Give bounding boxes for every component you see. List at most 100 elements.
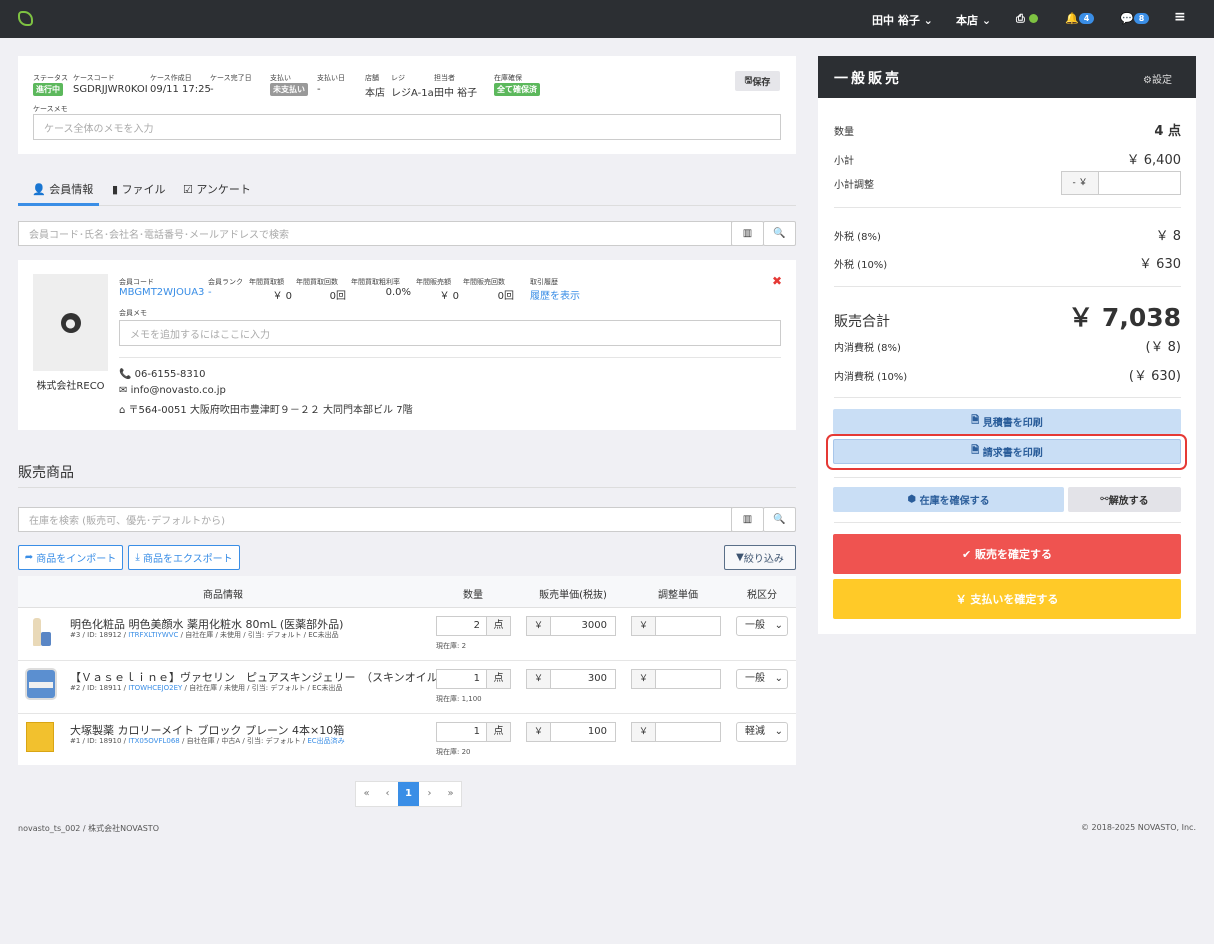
page-first[interactable]: « xyxy=(356,782,377,806)
filter-icon: ▼ xyxy=(736,552,744,563)
quantity-input[interactable]: 1点 xyxy=(436,669,511,689)
product-barcode-button[interactable]: ▥ xyxy=(731,507,764,532)
annual-sales-count-label: 年間販売回数 xyxy=(463,278,505,286)
payment-label: ￥ 支払いを確定する xyxy=(955,593,1059,606)
adjusted-value[interactable] xyxy=(656,670,720,688)
price-value[interactable]: 100 xyxy=(551,723,615,741)
export-button[interactable]: ⤓ 商品をエクスポート xyxy=(128,545,240,570)
stock-count: 現在庫: 20 xyxy=(436,748,471,756)
barcode-icon: ▥ xyxy=(742,514,753,525)
subtotal-adjust-input[interactable]: - ￥ xyxy=(1061,171,1181,195)
product-code-link[interactable]: ITX05OVFL068 xyxy=(128,737,180,745)
filter-button[interactable]: ▼ 絞り込み xyxy=(724,545,796,570)
created-label: ケース作成日 xyxy=(150,74,192,82)
tax-select[interactable]: 軽減 ⌄ xyxy=(736,722,788,742)
page-last[interactable]: » xyxy=(440,782,461,806)
unlink-icon: ⚯ xyxy=(1100,494,1109,505)
reserve-stock-button[interactable]: ⬢ 在庫を確保する xyxy=(833,487,1064,512)
product-code-link[interactable]: ITRFXLTIYWVC xyxy=(128,631,178,639)
hamburger-menu-icon[interactable]: ≡ xyxy=(1174,9,1186,25)
qty-value[interactable]: 1 xyxy=(437,670,486,688)
notifications[interactable]: 🔔 4 xyxy=(1065,12,1095,25)
divider xyxy=(834,207,1181,208)
price-input[interactable]: ￥ 100 xyxy=(526,722,616,742)
adjusted-value[interactable] xyxy=(656,617,720,635)
product-search-button[interactable]: 🔍 xyxy=(763,507,796,532)
page-1[interactable]: 1 xyxy=(398,782,419,806)
tax-value: 一般 xyxy=(745,673,765,684)
chevron-down-icon: ⌄ xyxy=(774,726,783,737)
pdf-icon: 🗎 xyxy=(971,445,980,456)
page-next[interactable]: › xyxy=(419,782,440,806)
adjusted-price-input[interactable]: ￥ xyxy=(631,616,721,636)
product-thumbnail xyxy=(30,616,52,648)
price-input[interactable]: ￥ 3000 xyxy=(526,616,616,636)
yen-icon: ￥ xyxy=(632,723,656,741)
confirm-payment-button[interactable]: ￥ 支払いを確定する xyxy=(833,579,1181,619)
in8-value: (￥ 8) xyxy=(1145,340,1181,355)
message-badge: 8 xyxy=(1133,13,1150,24)
price-value[interactable]: 300 xyxy=(551,670,615,688)
member-code-link[interactable]: MBGMT2WJOUA3 xyxy=(119,287,204,298)
tax-value: 軽減 xyxy=(745,726,765,737)
save-button[interactable]: 🖫 保存 xyxy=(735,71,780,91)
print-invoice-button[interactable]: 🗎 請求書を印刷 xyxy=(833,439,1181,464)
history-link[interactable]: 履歴を表示 xyxy=(530,287,580,302)
qty-value[interactable]: 2 xyxy=(437,617,486,635)
phone-icon: 📞 xyxy=(119,369,132,380)
adjusted-price-input[interactable]: ￥ xyxy=(631,722,721,742)
price-input[interactable]: ￥ 300 xyxy=(526,669,616,689)
import-button[interactable]: ➦ 商品をインポート xyxy=(18,545,123,570)
in10-value: (￥ 630) xyxy=(1128,369,1181,384)
store-menu[interactable]: 本店 ⌄ xyxy=(956,12,991,28)
case-memo-input[interactable]: ケース全体のメモを入力 xyxy=(33,114,781,140)
member-memo-input[interactable]: メモを追加するにはここに入力 xyxy=(119,320,781,346)
address: 〒564-0051 大阪府吹田市豊津町９－２２ 大同門本部ビル 7階 xyxy=(128,405,413,416)
envelope-icon: ✉ xyxy=(119,385,128,396)
tab-label: アンケート xyxy=(196,183,251,196)
product-code-link[interactable]: ITOWHCEJO2EY xyxy=(128,684,182,692)
ec-status-link[interactable]: EC出品済み xyxy=(307,737,344,745)
member-search-button[interactable]: 🔍 xyxy=(763,221,796,246)
messages[interactable]: 💬 8 xyxy=(1120,12,1150,25)
page-prev[interactable]: ‹ xyxy=(377,782,398,806)
shop: 本店 xyxy=(365,88,385,99)
tab-survey[interactable]: ☑ アンケート xyxy=(183,181,251,197)
user-menu[interactable]: 田中 裕子 ⌄ xyxy=(872,12,933,28)
done-date: - xyxy=(210,84,214,95)
product-thumbnail xyxy=(25,668,57,700)
tab-files[interactable]: ▮ ファイル xyxy=(112,181,166,197)
confirm-sale-button[interactable]: ✔ 販売を確定する xyxy=(833,534,1181,574)
member-search-input[interactable]: 会員コード･氏名･会社名･電話番号･メールアドレスで検索 xyxy=(18,221,732,246)
tab-member-info[interactable]: 👤 会員情報 xyxy=(32,181,93,197)
case-memo-label: ケースメモ xyxy=(33,105,68,113)
qty-unit: 点 xyxy=(486,723,510,741)
tax-select[interactable]: 一般 ⌄ xyxy=(736,669,788,689)
check-icon: ✔ xyxy=(961,547,972,561)
table-row: 明色化粧品 明色美顔水 薬用化粧水 80mL (医薬部外品) #3 / ID: … xyxy=(18,608,796,661)
in8-row: 内消費税 (8%) (￥ 8) xyxy=(834,336,1181,355)
tax10-label: 外税 (10%) xyxy=(834,260,888,271)
app-logo-icon[interactable] xyxy=(18,11,33,26)
price-value[interactable]: 3000 xyxy=(551,617,615,635)
printer-status[interactable]: ⎙ xyxy=(1016,12,1038,26)
qty-value[interactable]: 1 xyxy=(437,723,486,741)
release-button[interactable]: ⚯ 解放する xyxy=(1068,487,1181,512)
quantity-input[interactable]: 2点 xyxy=(436,616,511,636)
print-quote-button[interactable]: 🗎 見積書を印刷 xyxy=(833,409,1181,434)
total-label: 販売合計 xyxy=(834,314,890,330)
remove-member-icon[interactable]: ✖ xyxy=(772,274,782,288)
stock-label: 在庫確保 xyxy=(494,74,522,82)
address-row: ⌂ 〒564-0051 大阪府吹田市豊津町９－２２ 大同門本部ビル 7階 xyxy=(119,401,413,416)
barcode-button[interactable]: ▥ xyxy=(731,221,764,246)
adjusted-value[interactable] xyxy=(656,723,720,741)
meta-suffix: / 自社在庫 / 中古A / 引当: デフォルト / xyxy=(179,737,308,745)
settings-link[interactable]: ⚙設定 xyxy=(1143,71,1172,86)
tax-select[interactable]: 一般 ⌄ xyxy=(736,616,788,636)
active-tab-indicator xyxy=(18,203,99,206)
quantity-input[interactable]: 1点 xyxy=(436,722,511,742)
divider xyxy=(834,477,1181,478)
product-search-input[interactable]: 在庫を検索 (販売可、優先･デフォルトから) xyxy=(18,507,732,532)
payment-badge: 未支払い xyxy=(270,83,308,96)
adjusted-price-input[interactable]: ￥ xyxy=(631,669,721,689)
